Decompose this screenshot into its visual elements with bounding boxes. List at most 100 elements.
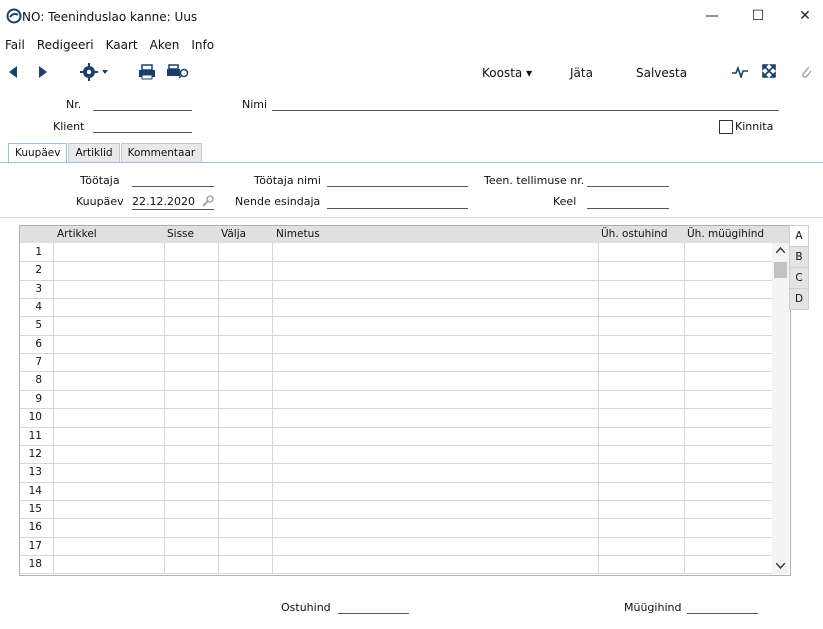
scroll-thumb[interactable] (774, 262, 787, 278)
table-row[interactable] (20, 353, 772, 355)
menu-redigeeri[interactable]: Redigeeri (31, 36, 100, 54)
row-number: 13 (28, 466, 42, 479)
table-row[interactable] (20, 279, 772, 281)
side-tab-c[interactable]: C (789, 267, 809, 289)
row-number: 11 (28, 429, 42, 442)
scroll-up-icon[interactable] (776, 247, 785, 253)
row-number: 4 (35, 301, 42, 314)
scroll-down-icon[interactable] (776, 563, 785, 569)
previous-record-icon[interactable] (8, 66, 18, 78)
table-row[interactable] (20, 463, 772, 465)
tab-bar: Kuupäev Artiklid Kommentaar (8, 143, 203, 164)
salvesta-button[interactable]: Salvesta (636, 66, 687, 80)
next-record-icon[interactable] (38, 66, 48, 78)
jata-button[interactable]: Jäta (570, 66, 593, 80)
table-row[interactable] (20, 518, 772, 520)
menu-info[interactable]: Info (185, 36, 220, 54)
table-row[interactable] (20, 573, 772, 575)
nende-esindaja-field[interactable] (327, 208, 468, 209)
print-preview-icon[interactable] (166, 64, 190, 80)
kuupaev-label: Kuupäev (76, 195, 124, 208)
minimize-button[interactable]: — (697, 4, 727, 28)
menu-bar: Fail Redigeeri Kaart Aken Info (0, 36, 220, 54)
row-number: 16 (28, 521, 42, 534)
col-nimetus[interactable]: Nimetus (276, 228, 320, 240)
table-row[interactable] (20, 261, 772, 263)
table-row[interactable] (20, 554, 772, 556)
table-row[interactable] (20, 481, 772, 483)
koosta-button[interactable]: Koosta ▾ (482, 66, 532, 80)
ostuhind-field[interactable] (338, 613, 409, 614)
tootaja-nimi-label: Töötaja nimi (254, 174, 321, 187)
row-number: 12 (28, 447, 42, 460)
print-icon[interactable] (138, 64, 156, 80)
items-grid: Artikkel Sisse Välja Nimetus Üh. ostuhin… (19, 225, 791, 576)
tootaja-field[interactable] (132, 186, 214, 187)
nr-field[interactable] (93, 110, 192, 111)
keel-label: Keel (553, 195, 577, 208)
table-row[interactable] (20, 444, 772, 446)
nimi-field[interactable] (272, 110, 779, 111)
teen-tellimuse-field[interactable] (587, 186, 669, 187)
row-number: 2 (35, 264, 42, 277)
tab-artiklid[interactable]: Artiklid (68, 143, 120, 162)
row-number: 8 (35, 374, 42, 387)
klient-label: Klient (53, 120, 85, 133)
table-row[interactable] (20, 408, 772, 410)
tab-kuupaev[interactable]: Kuupäev (8, 143, 68, 164)
side-tab-d[interactable]: D (789, 288, 809, 310)
grid-scrollbar[interactable] (772, 243, 789, 574)
date-picker-icon[interactable] (201, 194, 215, 208)
klient-field[interactable] (93, 132, 192, 133)
table-row[interactable] (20, 536, 772, 538)
tab-kommentaar[interactable]: Kommentaar (120, 143, 203, 162)
side-tab-a[interactable]: A (789, 225, 809, 247)
table-row[interactable] (20, 426, 772, 428)
toolbar (0, 56, 823, 88)
maximize-button[interactable]: ☐ (743, 4, 773, 28)
col-artikkel[interactable]: Artikkel (57, 228, 97, 240)
col-sisse[interactable]: Sisse (167, 228, 194, 240)
table-row[interactable] (20, 499, 772, 501)
table-row[interactable] (20, 371, 772, 373)
col-uh-ostuhind[interactable]: Üh. ostuhind (601, 228, 668, 240)
app-logo-icon (6, 8, 22, 24)
menu-aken[interactable]: Aken (144, 36, 186, 54)
kinnita-label: Kinnita (735, 120, 774, 133)
nende-esindaja-label: Nende esindaja (235, 195, 321, 208)
title-bar: NO: Teeninduslao kanne: Uus — ☐ ✕ (0, 0, 823, 34)
kinnita-checkbox[interactable] (719, 120, 733, 134)
menu-kaart[interactable]: Kaart (100, 36, 144, 54)
row-number: 5 (35, 319, 42, 332)
row-number: 15 (28, 502, 42, 515)
tootaja-label: Töötaja (80, 174, 120, 187)
attachment-icon[interactable] (800, 63, 812, 79)
activity-icon[interactable] (732, 66, 748, 78)
ostuhind-label: Ostuhind (281, 601, 331, 614)
row-number: 3 (35, 282, 42, 295)
teen-tellimuse-label: Teen. tellimuse nr. (484, 174, 585, 187)
col-uh-muugihind[interactable]: Üh. müügihind (687, 228, 764, 240)
table-row[interactable] (20, 334, 772, 336)
menu-fail[interactable]: Fail (0, 36, 31, 54)
table-row[interactable] (20, 316, 772, 318)
row-number: 10 (28, 411, 42, 424)
muugihind-label: Müügihind (624, 601, 682, 614)
row-number: 6 (35, 337, 42, 350)
tootaja-nimi-field[interactable] (327, 186, 468, 187)
side-tab-b[interactable]: B (789, 246, 809, 268)
row-number: 17 (28, 539, 42, 552)
expand-icon[interactable] (762, 64, 776, 78)
row-number: 7 (35, 356, 42, 369)
keel-field[interactable] (587, 208, 669, 209)
table-row[interactable] (20, 389, 772, 391)
tab-divider (0, 162, 823, 163)
muugihind-field[interactable] (687, 613, 758, 614)
gear-icon[interactable] (80, 63, 110, 81)
table-row[interactable] (20, 298, 772, 300)
nimi-label: Nimi (242, 98, 268, 111)
kuupaev-value: 22.12.2020 (132, 195, 195, 208)
close-button[interactable]: ✕ (790, 4, 820, 28)
row-number: 9 (35, 392, 42, 405)
col-valja[interactable]: Välja (221, 228, 246, 240)
